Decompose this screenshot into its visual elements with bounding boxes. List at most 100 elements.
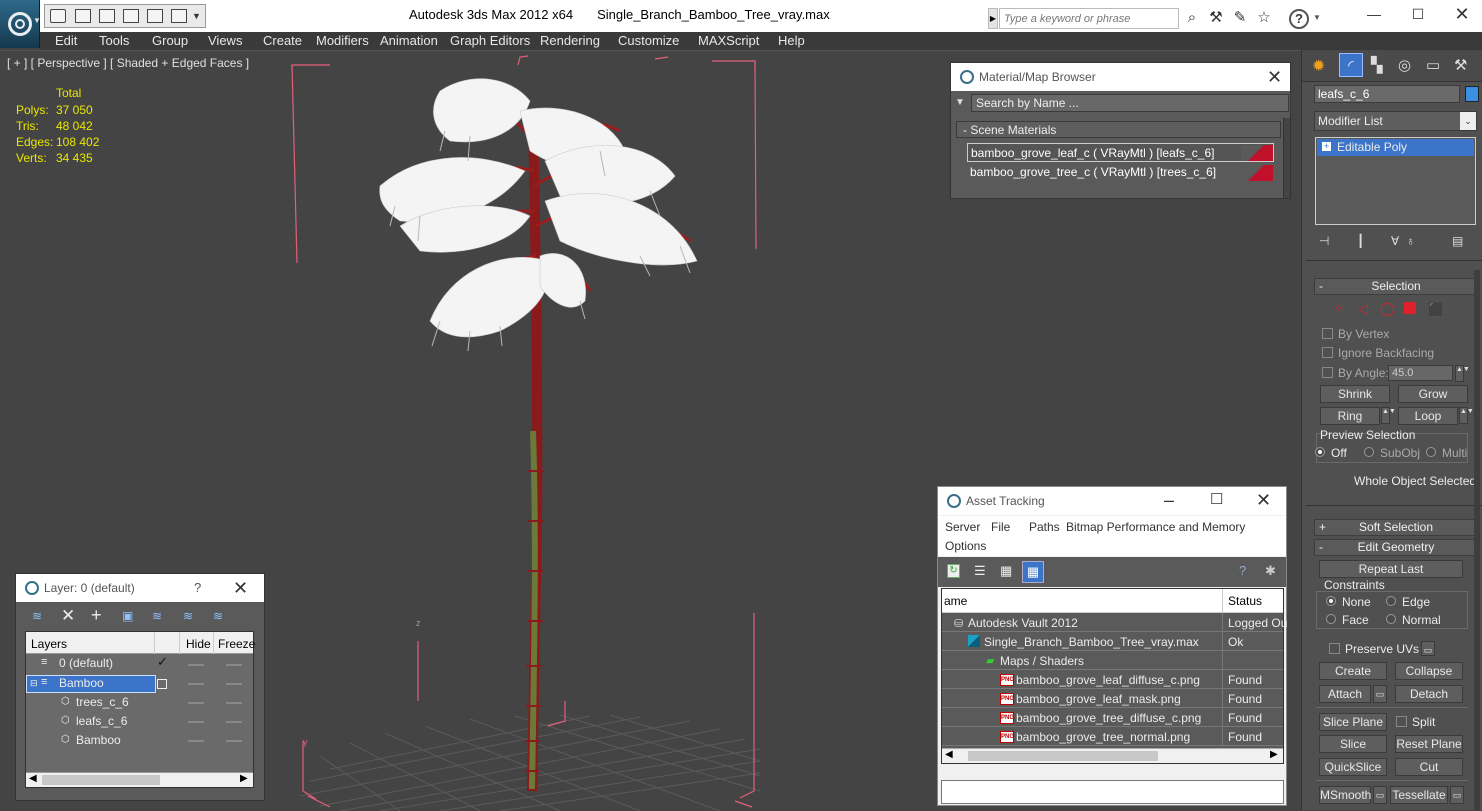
select-objects-icon[interactable]: ▣: [122, 609, 133, 623]
preserve-uvs-settings-icon[interactable]: ▭: [1421, 641, 1435, 656]
shrink-button[interactable]: Shrink: [1320, 385, 1390, 403]
create-tab-icon[interactable]: ✹: [1312, 56, 1325, 76]
show-end-result-icon[interactable]: ┃: [1357, 234, 1364, 248]
close-icon[interactable]: ✕: [233, 579, 248, 597]
scroll-thumb[interactable]: [42, 775, 160, 785]
menu-views[interactable]: Views: [208, 33, 242, 48]
loop-spinner[interactable]: ▲▼: [1459, 407, 1474, 424]
maximize-icon[interactable]: ☐: [1210, 491, 1223, 509]
material-search-input[interactable]: Search by Name ...: [971, 94, 1289, 112]
column-status[interactable]: Status: [1228, 594, 1262, 608]
loop-button[interactable]: Loop: [1398, 407, 1458, 425]
object-color-swatch[interactable]: [1465, 86, 1479, 102]
column-freeze[interactable]: Freeze: [218, 637, 255, 651]
minimize-icon[interactable]: –: [1164, 491, 1174, 509]
preview-off-radio[interactable]: [1315, 447, 1325, 457]
create-button[interactable]: Create: [1319, 662, 1387, 680]
slice-plane-button[interactable]: Slice Plane: [1319, 713, 1387, 731]
set-current-layer-icon[interactable]: [157, 679, 167, 689]
grow-button[interactable]: Grow: [1398, 385, 1468, 403]
project-folder-icon[interactable]: [123, 9, 139, 23]
freeze-toggles[interactable]: [226, 656, 242, 751]
save-file-icon[interactable]: [75, 9, 91, 23]
display-tab-icon[interactable]: ▭: [1426, 56, 1440, 74]
constraint-none-radio[interactable]: [1326, 596, 1336, 606]
modifier-list-dropdown[interactable]: Modifier List ⌄: [1314, 111, 1477, 131]
edge-level-icon[interactable]: ◁: [1358, 301, 1368, 317]
expand-icon[interactable]: +: [1322, 142, 1331, 151]
close-window-icon[interactable]: ✕: [1451, 4, 1473, 24]
attach-settings-icon[interactable]: ▭: [1373, 685, 1387, 703]
menu-options[interactable]: Options: [945, 539, 986, 553]
slice-button[interactable]: Slice: [1319, 735, 1387, 753]
help-icon[interactable]: ?: [1289, 9, 1309, 29]
vertex-level-icon[interactable]: ⁘: [1334, 302, 1343, 315]
layer-row[interactable]: 0 (default): [59, 656, 113, 670]
close-icon[interactable]: ✕: [1267, 68, 1282, 86]
layer-row[interactable]: leafs_c_6: [76, 714, 127, 728]
layer-row[interactable]: Bamboo: [59, 676, 104, 690]
add-to-layer-icon[interactable]: +: [91, 605, 102, 626]
help-dropdown-icon[interactable]: ▼: [1313, 13, 1321, 22]
ignore-backfacing-checkbox[interactable]: [1322, 347, 1333, 358]
hide-all-icon[interactable]: ≋: [183, 609, 193, 623]
material-list-item[interactable]: bamboo_grove_leaf_c ( VRayMtl ) [leafs_c…: [967, 143, 1274, 162]
ring-spinner[interactable]: ▲▼: [1381, 407, 1396, 424]
preserve-uvs-checkbox[interactable]: [1329, 643, 1340, 654]
utilities-tab-icon[interactable]: ⚒: [1454, 56, 1467, 74]
motion-tab-icon[interactable]: ◎: [1398, 56, 1411, 74]
communication-center-icon[interactable]: ⚒: [1207, 9, 1225, 27]
open-file-icon[interactable]: [50, 9, 66, 23]
help-button[interactable]: ?: [194, 580, 201, 595]
scroll-thumb[interactable]: [968, 751, 1158, 761]
reset-plane-button[interactable]: Reset Plane: [1395, 735, 1463, 753]
layer-row[interactable]: Bamboo: [76, 733, 121, 747]
help-question-icon[interactable]: ?: [1239, 563, 1246, 578]
highlight-layer-icon[interactable]: ≋: [152, 609, 162, 623]
table-view-icon[interactable]: ▦: [1022, 561, 1044, 583]
tessellate-settings-icon[interactable]: ▭: [1450, 786, 1464, 804]
pin-stack-icon[interactable]: ⊣: [1319, 234, 1329, 248]
menu-create[interactable]: Create: [263, 33, 302, 48]
constraint-normal-radio[interactable]: [1386, 614, 1396, 624]
refresh-icon[interactable]: ↻: [947, 564, 960, 578]
asset-row-name[interactable]: bamboo_grove_leaf_diffuse_c.png: [1016, 673, 1200, 687]
repeat-last-button[interactable]: Repeat Last: [1319, 560, 1463, 578]
asset-row-name[interactable]: bamboo_grove_tree_diffuse_c.png: [1016, 711, 1201, 725]
menu-bitmap-performance[interactable]: Bitmap Performance and Memory: [1066, 520, 1245, 534]
tessellate-button[interactable]: Tessellate: [1390, 786, 1448, 804]
menu-customize[interactable]: Customize: [618, 33, 679, 48]
delete-layer-icon[interactable]: ✕: [61, 606, 75, 626]
asset-row-name[interactable]: bamboo_grove_leaf_mask.png: [1016, 692, 1181, 706]
viewport-label[interactable]: [ + ] [ Perspective ] [ Shaded + Edged F…: [7, 56, 249, 70]
menu-tools[interactable]: Tools: [99, 33, 129, 48]
cut-button[interactable]: Cut: [1395, 758, 1463, 776]
split-checkbox[interactable]: [1396, 716, 1407, 727]
ring-button[interactable]: Ring: [1320, 407, 1380, 425]
object-name-field[interactable]: leafs_c_6: [1314, 85, 1460, 103]
msmooth-settings-icon[interactable]: ▭: [1373, 786, 1387, 804]
selection-rollout-header[interactable]: - Selection: [1314, 278, 1478, 295]
column-hide[interactable]: Hide: [186, 637, 211, 651]
binoculars-icon[interactable]: ⌕: [1183, 9, 1201, 27]
asset-row-name[interactable]: Maps / Shaders: [1000, 654, 1084, 668]
browser-options-icon[interactable]: ▼: [955, 97, 965, 108]
scroll-left-icon[interactable]: ◀: [29, 773, 37, 784]
menu-modifiers[interactable]: Modifiers: [316, 33, 369, 48]
angle-field[interactable]: 45.0: [1388, 365, 1453, 381]
undo-icon[interactable]: [147, 9, 163, 23]
preview-multi-radio[interactable]: [1426, 447, 1436, 457]
create-layer-icon[interactable]: ≋: [32, 609, 46, 623]
menu-file[interactable]: File: [991, 520, 1010, 534]
current-layer-check-icon[interactable]: ✓: [157, 654, 168, 670]
freeze-all-icon[interactable]: ≋: [213, 609, 223, 623]
menu-maxscript[interactable]: MAXScript: [698, 33, 759, 48]
column-name[interactable]: ame: [944, 594, 967, 608]
search-expand-icon[interactable]: ▶: [988, 8, 998, 29]
material-scrollbar[interactable]: [1283, 118, 1290, 198]
scene-materials-header[interactable]: - Scene Materials: [956, 121, 1281, 138]
menu-help[interactable]: Help: [778, 33, 805, 48]
settings-icon[interactable]: ✱: [1265, 563, 1276, 579]
make-unique-icon[interactable]: ∀: [1391, 234, 1399, 248]
by-vertex-checkbox[interactable]: [1322, 328, 1333, 339]
